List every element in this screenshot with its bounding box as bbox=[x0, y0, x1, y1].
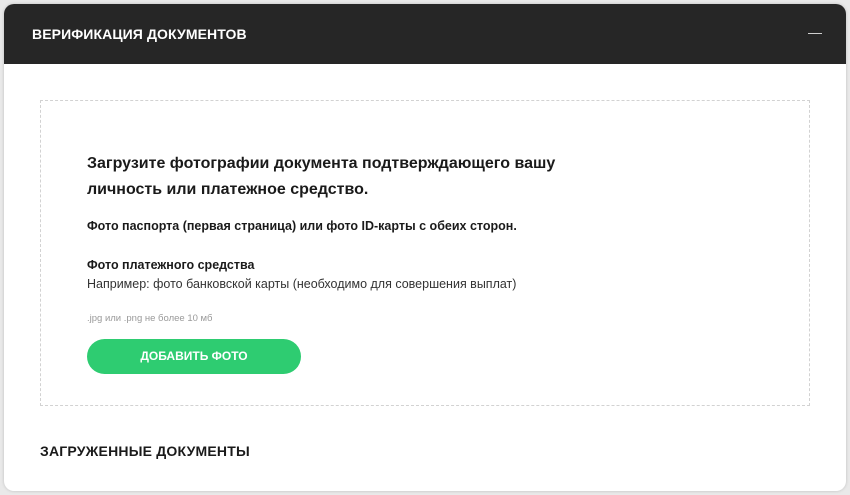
payment-method-example: Например: фото банковской карты (необход… bbox=[87, 277, 517, 291]
minus-icon bbox=[808, 33, 822, 34]
panel-title: ВЕРИФИКАЦИЯ ДОКУМЕНТОВ bbox=[32, 26, 247, 42]
file-format-hint: .jpg или .png не более 10 мб bbox=[87, 313, 213, 324]
add-photo-button[interactable]: ДОБАВИТЬ ФОТО bbox=[87, 339, 301, 374]
panel-header: ВЕРИФИКАЦИЯ ДОКУМЕНТОВ bbox=[4, 4, 846, 64]
uploaded-documents-title: ЗАГРУЖЕННЫЕ ДОКУМЕНТЫ bbox=[40, 443, 250, 459]
collapse-button[interactable] bbox=[804, 22, 828, 46]
payment-method-title: Фото платежного средства bbox=[87, 258, 255, 272]
document-verification-panel: ВЕРИФИКАЦИЯ ДОКУМЕНТОВ Загрузите фотогра… bbox=[4, 4, 846, 491]
upload-heading: Загрузите фотографии документа подтвержд… bbox=[87, 155, 556, 198]
upload-dropzone[interactable]: Загрузите фотографии документа подтвержд… bbox=[40, 100, 810, 406]
passport-photo-text: Фото паспорта (первая страница) или фото… bbox=[87, 219, 517, 233]
